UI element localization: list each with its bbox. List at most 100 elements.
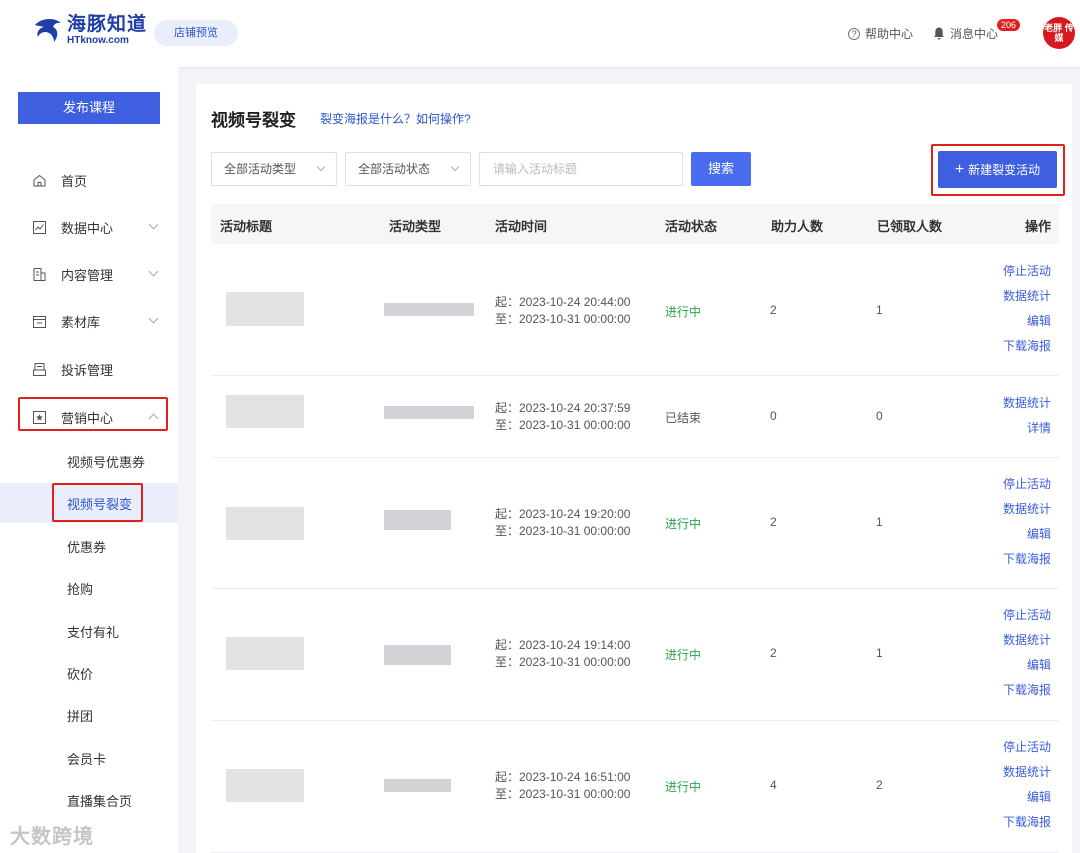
sidebar-sub-item-live-collection[interactable]: 直播集合页 (0, 780, 178, 820)
download-poster-link[interactable]: 下载海报 (1003, 547, 1051, 572)
chevron-down-icon (450, 162, 460, 172)
highlight-box-video-fission (52, 483, 143, 522)
message-center-link[interactable]: 消息中心 206 (933, 19, 1021, 42)
page-title: 视频号裂变 (211, 111, 296, 130)
column-header: 操作 (1024, 219, 1051, 234)
highlight-box-marketing (18, 397, 168, 431)
edit-link[interactable]: 编辑 (1003, 309, 1051, 334)
column-header: 助力人数 (771, 219, 824, 234)
activity-start-time: 起：2023-10-24 20:37:59 (495, 401, 631, 415)
sidebar-item-home[interactable]: 首页 (0, 165, 178, 195)
table-row: 起：2023-10-24 19:20:00 至：2023-10-31 00:00… (211, 458, 1059, 589)
sidebar-sub-item-member-card[interactable]: 会员卡 (0, 738, 178, 778)
table-row: 起：2023-10-24 19:14:00 至：2023-10-31 00:00… (211, 589, 1059, 721)
sidebar-item-content[interactable]: 内容管理 (0, 259, 178, 289)
stop-activity-link[interactable]: 停止活动 (1003, 735, 1051, 760)
top-header: 海豚知道 HTknow.com 店铺预览 ? 帮助中心 消息中心 206 老胖 … (0, 0, 1080, 67)
fission-help-link[interactable]: 裂变海报是什么？如何操作? (320, 110, 471, 127)
blurred-activity-title (226, 637, 304, 670)
activity-end-time: 至：2023-10-31 00:00:00 (495, 655, 631, 669)
store-preview-button[interactable]: 店铺预览 (154, 20, 238, 46)
download-poster-link[interactable]: 下载海报 (1003, 678, 1051, 703)
blurred-activity-type (384, 406, 474, 419)
activity-end-time: 至：2023-10-31 00:00:00 (495, 787, 631, 801)
blurred-activity-type (384, 510, 451, 530)
publish-course-button[interactable]: 发布课程 (18, 92, 160, 124)
activity-start-time: 起：2023-10-24 20:44:00 (495, 295, 631, 309)
activity-end-time: 至：2023-10-31 00:00:00 (495, 418, 631, 432)
sidebar-item-label: 数据中心 (61, 220, 114, 236)
question-icon: ? (848, 27, 860, 40)
helper-count: 2 (770, 646, 777, 660)
edit-link[interactable]: 编辑 (1003, 653, 1051, 678)
sidebar-sub-item-coupon[interactable]: 优惠券 (0, 526, 178, 566)
stop-activity-link[interactable]: 停止活动 (1003, 603, 1051, 628)
chart-icon (33, 220, 46, 234)
data-stats-link[interactable]: 数据统计 (1003, 628, 1051, 653)
activity-type-select[interactable]: 全部活动类型 (211, 152, 337, 186)
stop-activity-link[interactable]: 停止活动 (1003, 472, 1051, 497)
data-stats-link[interactable]: 数据统计 (1003, 284, 1051, 309)
sidebar-sub-item-video-coupon[interactable]: 视频号优惠券 (0, 441, 178, 481)
sidebar-item-materials[interactable]: 素材库 (0, 306, 178, 336)
home-icon (33, 174, 46, 186)
status-badge: 进行中 (665, 780, 702, 794)
logo[interactable]: 海豚知道 HTknow.com (32, 15, 147, 46)
data-stats-link[interactable]: 数据统计 (1003, 391, 1051, 416)
chevron-down-icon (148, 219, 159, 230)
edit-link[interactable]: 编辑 (1003, 785, 1051, 810)
received-count: 2 (876, 778, 883, 792)
avatar[interactable]: 老胖 传媒 (1043, 17, 1075, 49)
data-stats-link[interactable]: 数据统计 (1003, 497, 1051, 522)
table-row: 起：2023-10-24 20:37:59 至：2023-10-31 00:00… (211, 376, 1059, 458)
blurred-activity-title (226, 395, 304, 428)
blurred-activity-type (384, 779, 451, 792)
received-count: 0 (876, 409, 883, 423)
sidebar-item-label: 内容管理 (61, 267, 114, 283)
message-count-badge: 206 (997, 19, 1021, 31)
row-actions: 数据统计 详情 (1003, 391, 1051, 441)
column-header: 活动时间 (495, 219, 548, 234)
download-poster-link[interactable]: 下载海报 (1003, 810, 1051, 835)
received-count: 1 (876, 646, 883, 660)
chevron-down-icon (148, 266, 159, 277)
sidebar-sub-item-flash-sale[interactable]: 抢购 (0, 568, 178, 608)
blurred-activity-title (226, 769, 304, 802)
highlight-box-new-activity (931, 144, 1065, 196)
activity-status-select[interactable]: 全部活动状态 (345, 152, 471, 186)
helper-count: 0 (770, 409, 777, 423)
helper-count: 2 (770, 303, 777, 317)
sidebar-item-label: 投诉管理 (61, 362, 114, 378)
sidebar-sub-item-bargain[interactable]: 砍价 (0, 653, 178, 693)
helper-count: 2 (770, 515, 777, 529)
help-center-link[interactable]: ? 帮助中心 (848, 25, 913, 42)
sidebar-item-data-center[interactable]: 数据中心 (0, 212, 178, 242)
sidebar-sub-item-group-buy[interactable]: 拼团 (0, 695, 178, 735)
edit-link[interactable]: 编辑 (1003, 522, 1051, 547)
sidebar-item-complaints[interactable]: 投诉管理 (0, 354, 178, 384)
stop-activity-link[interactable]: 停止活动 (1003, 259, 1051, 284)
sidebar-sub-item-pay-gift[interactable]: 支付有礼 (0, 611, 178, 651)
blurred-activity-type (384, 645, 451, 665)
download-poster-link[interactable]: 下载海报 (1003, 334, 1051, 359)
search-button[interactable]: 搜索 (691, 152, 751, 186)
chevron-down-icon (316, 162, 326, 172)
activity-start-time: 起：2023-10-24 16:51:00 (495, 770, 631, 784)
main-panel: 视频号裂变 裂变海报是什么？如何操作? 全部活动类型 全部活动状态 请输入活动标… (196, 84, 1072, 853)
status-badge: 进行中 (665, 517, 702, 531)
row-actions: 停止活动 数据统计 编辑 下载海报 (1003, 735, 1051, 835)
activity-end-time: 至：2023-10-31 00:00:00 (495, 312, 631, 326)
bell-icon (934, 27, 944, 40)
activity-status-value: 全部活动状态 (358, 162, 431, 176)
folder-icon (33, 315, 46, 328)
blurred-activity-type (384, 303, 474, 316)
sidebar-item-label: 首页 (61, 173, 88, 189)
details-link[interactable]: 详情 (1003, 416, 1051, 441)
sidebar: 发布课程 首页 数据中心 内容管理 素材库 投诉管理 营销中心 视频号优惠券 视… (0, 67, 178, 853)
row-actions: 停止活动 数据统计 编辑 下载海报 (1003, 472, 1051, 572)
help-center-label: 帮助中心 (865, 27, 914, 41)
activity-title-search-input[interactable]: 请输入活动标题 (479, 152, 683, 186)
data-stats-link[interactable]: 数据统计 (1003, 760, 1051, 785)
row-actions: 停止活动 数据统计 编辑 下载海报 (1003, 603, 1051, 703)
watermark: 大数跨境 (10, 826, 94, 848)
